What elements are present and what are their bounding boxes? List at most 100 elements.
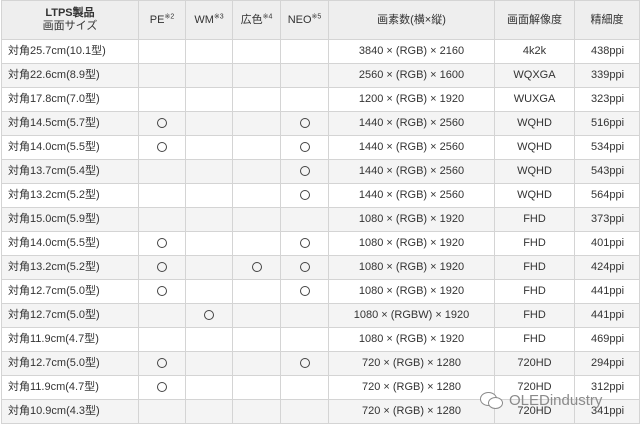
header-wm-note: ※3 [213, 12, 224, 20]
header-pe-note: ※2 [164, 12, 175, 20]
cell-wide-color [232, 39, 281, 64]
cell-wide-color [232, 207, 281, 232]
cell-screen-size: 対角14.0cm(5.5型) [1, 135, 139, 160]
table-row: 対角25.7cm(10.1型) 3840 × (RGB) × 2160 4k2k 43… [1, 39, 640, 64]
cell-wm [185, 279, 233, 304]
cell-wide-color [232, 87, 281, 112]
circle-mark-icon [157, 382, 167, 393]
table-row: 対角14.0cm(5.5型) 1440 × (RGB) × 2560 WQHD 534… [1, 135, 640, 160]
cell-pe [138, 231, 186, 256]
cell-pe [138, 351, 186, 376]
cell-neo [280, 303, 329, 328]
header-screen-size-line2: 画面サイズ [42, 20, 98, 32]
cell-pe [138, 39, 186, 64]
cell-resolution: WQHD [494, 183, 575, 208]
cell-neo [280, 159, 329, 184]
cell-wm [185, 87, 233, 112]
header-pe-label: PE [149, 13, 165, 26]
cell-wm [185, 159, 233, 184]
cell-wide-color [232, 159, 281, 184]
cell-wm [185, 231, 233, 256]
circle-mark-icon [299, 238, 310, 249]
circle-mark-icon [299, 166, 310, 177]
cell-resolution: WQHD [494, 111, 575, 136]
cell-ppi: 438ppi [574, 39, 640, 64]
cell-pe [138, 399, 186, 424]
cell-wm [185, 63, 233, 88]
cell-ppi: 441ppi [574, 279, 640, 304]
circle-mark-icon [251, 262, 262, 273]
cell-resolution: 720HD [494, 351, 575, 376]
cell-screen-size: 対角13.7cm(5.4型) [1, 159, 139, 184]
header-neo-label: NEO [287, 13, 312, 26]
cell-screen-size: 対角11.9cm(4.7型) [1, 375, 139, 400]
cell-pixels: 1080 × (RGB) × 1920 [328, 279, 495, 304]
circle-mark-icon [157, 238, 167, 249]
circle-mark-icon [299, 142, 310, 153]
cell-neo [280, 207, 329, 232]
cell-screen-size: 対角22.6cm(8.9型) [1, 63, 139, 88]
cell-wide-color [232, 327, 281, 352]
table-row: 対角13.7cm(5.4型) 1440 × (RGB) × 2560 WQHD 543… [1, 159, 640, 184]
cell-pe [138, 279, 186, 304]
cell-wide-color [232, 399, 281, 424]
table-row: 対角12.7cm(5.0型) 720 × (RGB) × 1280 720HD 294… [1, 351, 640, 376]
cell-wide-color [232, 231, 281, 256]
circle-mark-icon [157, 262, 167, 273]
cell-ppi: 401ppi [574, 231, 640, 256]
cell-pe [138, 327, 186, 352]
cell-wm [185, 375, 233, 400]
cell-ppi: 516ppi [574, 111, 640, 136]
cell-neo [280, 87, 329, 112]
circle-mark-icon [299, 286, 310, 297]
cell-ppi: 424ppi [574, 255, 640, 280]
cell-wide-color [232, 255, 281, 280]
cell-resolution: 4k2k [494, 39, 575, 64]
cell-wide-color [232, 279, 281, 304]
cell-resolution: FHD [494, 327, 575, 352]
header-wide-color-label: 広色 [240, 13, 263, 26]
cell-wm [185, 135, 233, 160]
cell-pe [138, 87, 186, 112]
cell-neo [280, 399, 329, 424]
cell-neo [280, 39, 329, 64]
circle-mark-icon [157, 286, 167, 297]
cell-pe [138, 159, 186, 184]
cell-resolution: WQXGA [494, 63, 575, 88]
cell-ppi: 469ppi [574, 327, 640, 352]
cell-resolution: FHD [494, 231, 575, 256]
circle-mark-icon [157, 358, 167, 369]
circle-mark-icon [157, 142, 167, 153]
cell-neo [280, 63, 329, 88]
wechat-icon [480, 390, 504, 410]
cell-ppi: 373ppi [574, 207, 640, 232]
cell-neo [280, 279, 329, 304]
header-resolution: 画面解像度 [494, 0, 575, 40]
watermark-text: OLEDindustry [509, 391, 603, 409]
cell-wide-color [232, 135, 281, 160]
cell-pixels: 1440 × (RGB) × 2560 [328, 183, 495, 208]
header-row: LTPS製品 画面サイズ PE※2 WM※3 広色※4 NEO※5 画素数(横×… [1, 0, 640, 40]
cell-screen-size: 対角12.7cm(5.0型) [1, 303, 139, 328]
cell-wm [185, 327, 233, 352]
header-pe: PE※2 [138, 0, 186, 40]
cell-ppi: 543ppi [574, 159, 640, 184]
circle-mark-icon [299, 190, 310, 201]
cell-wm [185, 351, 233, 376]
cell-neo [280, 111, 329, 136]
cell-neo [280, 183, 329, 208]
cell-neo [280, 375, 329, 400]
cell-wm [185, 303, 233, 328]
cell-resolution: FHD [494, 255, 575, 280]
header-wide-color: 広色※4 [232, 0, 281, 40]
cell-ppi: 441ppi [574, 303, 640, 328]
cell-pixels: 720 × (RGB) × 1280 [328, 399, 495, 424]
cell-wide-color [232, 183, 281, 208]
cell-screen-size: 対角14.5cm(5.7型) [1, 111, 139, 136]
cell-resolution: FHD [494, 303, 575, 328]
cell-ppi: 564ppi [574, 183, 640, 208]
table-row: 対角11.9cm(4.7型) 1080 × (RGB) × 1920 FHD 469p… [1, 327, 640, 352]
cell-pe [138, 63, 186, 88]
cell-pe [138, 111, 186, 136]
cell-neo [280, 351, 329, 376]
